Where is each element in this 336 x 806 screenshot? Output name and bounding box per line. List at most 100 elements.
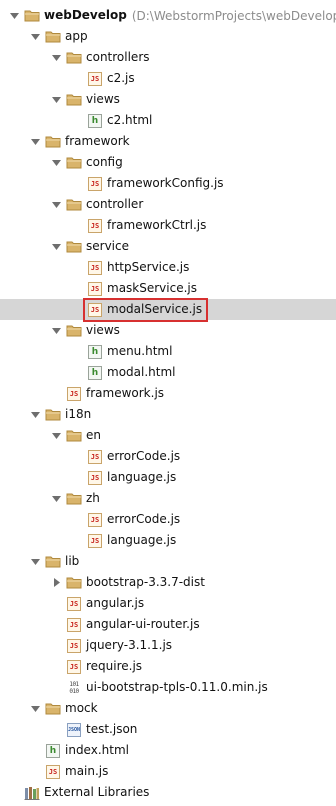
tree-item-label: errorCode.js bbox=[107, 512, 181, 526]
js-file-icon: JS bbox=[66, 638, 82, 653]
tree-item-external-libraries[interactable]: External Libraries bbox=[0, 782, 336, 803]
chevron-down-icon[interactable] bbox=[31, 137, 40, 146]
tree-item-language-js[interactable]: JS language.js bbox=[0, 467, 336, 488]
folder-icon bbox=[66, 240, 82, 254]
tree-item-config[interactable]: config bbox=[0, 152, 336, 173]
chevron-down-icon[interactable] bbox=[31, 557, 40, 566]
tree-item-mock[interactable]: mock bbox=[0, 698, 336, 719]
tree-item-test-json[interactable]: JSON test.json bbox=[0, 719, 336, 740]
tree-item-label: zh bbox=[86, 491, 100, 505]
folder-icon bbox=[66, 93, 82, 107]
tree-item-label: httpService.js bbox=[107, 260, 190, 274]
tree-item-angular-js[interactable]: JS angular.js bbox=[0, 593, 336, 614]
chevron-down-icon[interactable] bbox=[52, 158, 61, 167]
tree-item-label: angular.js bbox=[86, 596, 145, 610]
tree-item-label: config bbox=[86, 155, 123, 169]
html-file-icon: h bbox=[45, 743, 61, 758]
tree-item-controller[interactable]: controller bbox=[0, 194, 336, 215]
tree-item-label: controller bbox=[86, 197, 144, 211]
js-file-icon: JS bbox=[87, 512, 103, 527]
chevron-down-icon[interactable] bbox=[52, 242, 61, 251]
chevron-down-icon[interactable] bbox=[10, 11, 19, 20]
chevron-right-icon[interactable] bbox=[52, 578, 61, 587]
tree-item-label: jquery-3.1.1.js bbox=[86, 638, 173, 652]
tree-item-main-js[interactable]: JS main.js bbox=[0, 761, 336, 782]
tree-item-jquery-3-1-1-js[interactable]: JS jquery-3.1.1.js bbox=[0, 635, 336, 656]
tree-item-service[interactable]: service bbox=[0, 236, 336, 257]
tree-item-require-js[interactable]: JS require.js bbox=[0, 656, 336, 677]
tree-item-label: main.js bbox=[65, 764, 109, 778]
tree-item-language-js[interactable]: JS language.js bbox=[0, 530, 336, 551]
js-file-icon: JS bbox=[87, 71, 103, 86]
js-file-icon: JS bbox=[66, 617, 82, 632]
tree-item-app[interactable]: app bbox=[0, 26, 336, 47]
tree-item-maskservice-js[interactable]: JS maskService.js bbox=[0, 278, 336, 299]
binary-file-icon: 101 010 bbox=[69, 680, 79, 695]
tree-item-angular-ui-router-js[interactable]: JS angular-ui-router.js bbox=[0, 614, 336, 635]
json-file-icon: JSON bbox=[66, 722, 82, 737]
tree-item-lib[interactable]: lib bbox=[0, 551, 336, 572]
tree-item-label: en bbox=[86, 428, 101, 442]
chevron-down-icon[interactable] bbox=[31, 32, 40, 41]
folder-icon bbox=[45, 30, 61, 44]
tree-item-errorcode-js[interactable]: JS errorCode.js bbox=[0, 509, 336, 530]
chevron-down-icon[interactable] bbox=[31, 410, 40, 419]
folder-icon bbox=[66, 576, 82, 590]
tree-item-label: modal.html bbox=[107, 365, 176, 379]
chevron-down-icon[interactable] bbox=[52, 431, 61, 440]
chevron-down-icon[interactable] bbox=[31, 704, 40, 713]
tree-item-framework-js[interactable]: JS framework.js bbox=[0, 383, 336, 404]
html-file-icon: h bbox=[87, 365, 103, 380]
tree-item-frameworkctrl-js[interactable]: JS frameworkCtrl.js bbox=[0, 215, 336, 236]
tree-item-webdevelop[interactable]: webDevelop (D:\WebstormProjects\webDevelo… bbox=[0, 5, 336, 26]
tree-item-label: webDevelop bbox=[44, 8, 127, 22]
tree-item-en[interactable]: en bbox=[0, 425, 336, 446]
html-file-icon: h bbox=[87, 113, 103, 128]
tree-item-index-html[interactable]: h index.html bbox=[0, 740, 336, 761]
tree-item-modalservice-js[interactable]: JS modalService.js bbox=[0, 297, 336, 322]
tree-item-c2-js[interactable]: JS c2.js bbox=[0, 68, 336, 89]
tree-item-label: mock bbox=[65, 701, 98, 715]
libraries-icon bbox=[24, 786, 40, 800]
folder-icon bbox=[45, 135, 61, 149]
tree-item-label: language.js bbox=[107, 533, 177, 547]
tree-item-httpservice-js[interactable]: JS httpService.js bbox=[0, 257, 336, 278]
tree-item-zh[interactable]: zh bbox=[0, 488, 336, 509]
tree-item-label: External Libraries bbox=[44, 785, 150, 799]
tree-item-label: views bbox=[86, 92, 120, 106]
chevron-down-icon[interactable] bbox=[52, 53, 61, 62]
tree-item-ui-bootstrap-tpls-0-11-0-min-js[interactable]: 101 010 ui-bootstrap-tpls-0.11.0.min.js bbox=[0, 677, 336, 698]
js-file-icon: JS bbox=[87, 533, 103, 548]
js-file-icon: JS bbox=[87, 176, 103, 191]
folder-icon bbox=[66, 51, 82, 65]
tree-item-label: index.html bbox=[65, 743, 129, 757]
tree-item-label: c2.html bbox=[107, 113, 153, 127]
tree-item-label: service bbox=[86, 239, 129, 253]
tree-item-label: errorCode.js bbox=[107, 449, 181, 463]
tree-item-views[interactable]: views bbox=[0, 89, 336, 110]
tree-item-errorcode-js[interactable]: JS errorCode.js bbox=[0, 446, 336, 467]
chevron-down-icon[interactable] bbox=[52, 200, 61, 209]
folder-icon bbox=[45, 408, 61, 422]
tree-item-views[interactable]: views bbox=[0, 320, 336, 341]
tree-item-label: views bbox=[86, 323, 120, 337]
tree-item-frameworkconfig-js[interactable]: JS frameworkConfig.js bbox=[0, 173, 336, 194]
chevron-down-icon[interactable] bbox=[52, 326, 61, 335]
tree-item-bootstrap-3-3-7-dist[interactable]: bootstrap-3.3.7-dist bbox=[0, 572, 336, 593]
tree-item-controllers[interactable]: controllers bbox=[0, 47, 336, 68]
chevron-down-icon[interactable] bbox=[52, 494, 61, 503]
chevron-down-icon[interactable] bbox=[52, 95, 61, 104]
tree-item-menu-html[interactable]: h menu.html bbox=[0, 341, 336, 362]
tree-item-i18n[interactable]: i18n bbox=[0, 404, 336, 425]
tree-item-modal-html[interactable]: h modal.html bbox=[0, 362, 336, 383]
tree-item-label: language.js bbox=[107, 470, 177, 484]
tree-item-label: app bbox=[65, 29, 88, 43]
js-file-icon: JS bbox=[66, 386, 82, 401]
js-file-icon: JS bbox=[45, 764, 61, 779]
tree-item-framework[interactable]: framework bbox=[0, 131, 336, 152]
tree-item-c2-html[interactable]: h c2.html bbox=[0, 110, 336, 131]
tree-item-label: angular-ui-router.js bbox=[86, 617, 200, 631]
tree-item-label: require.js bbox=[86, 659, 143, 673]
js-file-icon: JS bbox=[66, 659, 82, 674]
js-file-icon: JS bbox=[87, 218, 103, 233]
